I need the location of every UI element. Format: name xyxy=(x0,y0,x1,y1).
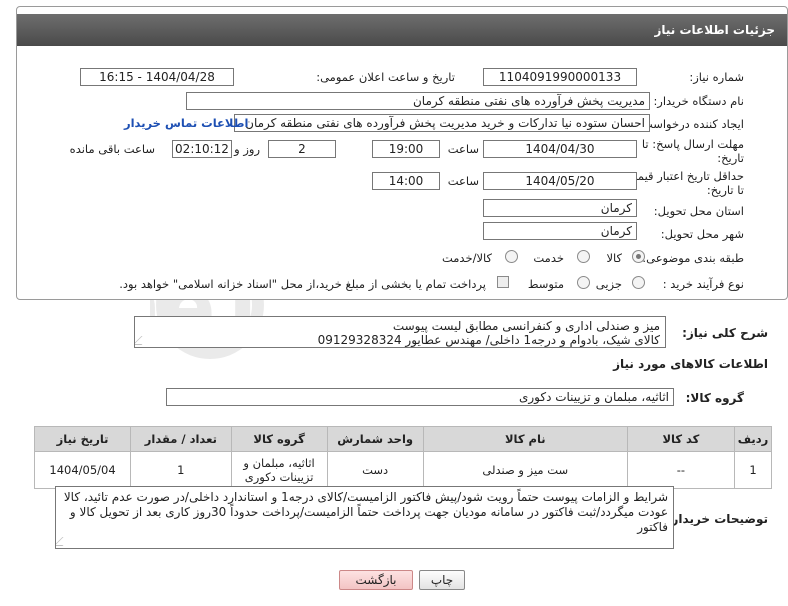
days-label: روز و xyxy=(234,142,260,156)
cell-unit: دست xyxy=(326,451,424,489)
col-qty: تعداد / مقدار xyxy=(130,426,232,452)
treasury-payment-text: پرداخت تمام یا بخشی از مبلغ خرید،از محل … xyxy=(119,277,486,291)
cell-code: -- xyxy=(626,451,735,489)
category-option-goods: کالا xyxy=(606,251,622,265)
province-label: استان محل تحویل: xyxy=(653,204,744,218)
category-radio-service[interactable] xyxy=(577,250,590,263)
deadline-date-field: 1404/04/30 xyxy=(483,140,637,158)
description-line-1: میز و صندلی اداری و کنفرانسی مطابق لیست … xyxy=(392,319,660,333)
buyer-org-label: نام دستگاه خریدار: xyxy=(653,94,744,108)
deadline-time-field: 19:00 xyxy=(372,140,440,158)
category-radio-both[interactable] xyxy=(505,250,518,263)
remaining-time-field: 02:10:12 xyxy=(172,140,232,158)
category-radio-goods[interactable] xyxy=(632,250,645,263)
need-number-label: شماره نیاز: xyxy=(689,70,744,84)
cell-row: 1 xyxy=(733,451,773,489)
buyer-org-field: مدیریت پخش فرآورده های نفتی منطقه کرمان xyxy=(186,92,650,110)
process-radio-minor[interactable] xyxy=(632,276,645,289)
print-button[interactable]: چاپ xyxy=(419,570,465,590)
cell-group: اثاثیه، مبلمان و تزیینات دکوری xyxy=(230,451,328,489)
description-label: شرح کلی نیاز: xyxy=(682,326,768,340)
validity-time-label: ساعت xyxy=(447,174,479,188)
announce-label: تاریخ و ساعت اعلان عمومی: xyxy=(316,70,455,84)
category-option-both: کالا/خدمت xyxy=(441,251,492,265)
city-label: شهر محل تحویل: xyxy=(660,227,744,241)
goods-group-field: اثاثیه، مبلمان و تزیینات دکوری xyxy=(166,388,674,406)
validity-label-date: تا تاریخ: xyxy=(706,183,744,197)
cell-qty: 1 xyxy=(130,451,232,489)
col-code: کد کالا xyxy=(626,426,735,452)
table-row: 1 -- ست میز و صندلی دست اثاثیه، مبلمان و… xyxy=(33,451,773,489)
panel-title: جزئیات اطلاعات نیاز xyxy=(17,14,787,46)
days-remaining-field: 2 xyxy=(268,140,336,158)
creator-field: احسان ستوده نیا تدارکات و خرید مدیریت پخ… xyxy=(234,114,650,132)
goods-table-header: ردیف کد کالا نام کالا واحد شمارش گروه کا… xyxy=(33,426,773,452)
deadline-label-date: تاریخ: xyxy=(717,151,744,165)
deadline-label: مهلت ارسال پاسخ: تا xyxy=(641,137,744,151)
treasury-checkbox[interactable] xyxy=(497,276,509,288)
province-field: کرمان xyxy=(483,199,637,217)
announce-field: 1404/04/28 - 16:15 xyxy=(80,68,234,86)
cell-date: 1404/05/04 xyxy=(33,451,132,489)
col-date: تاریخ نیاز xyxy=(33,426,132,452)
back-button[interactable]: بازگشت xyxy=(339,570,413,590)
col-group: گروه کالا xyxy=(230,426,328,452)
category-label: طبقه بندی موضوعی: xyxy=(642,251,744,265)
buyer-notes-textarea[interactable]: شرایط و الزامات پیوست حتماً رویت شود/پیش… xyxy=(55,486,674,549)
validity-time-field: 14:00 xyxy=(372,172,440,190)
need-number-field: 1104091990000133 xyxy=(483,68,637,86)
city-field: کرمان xyxy=(483,222,637,240)
process-option-minor: جزیی xyxy=(595,277,622,291)
description-line-2: کالای شیک، بادوام و درجه1 داخلی/ مهندس ع… xyxy=(317,333,660,347)
category-option-service: خدمت xyxy=(533,251,564,265)
process-radio-medium[interactable] xyxy=(577,276,590,289)
creator-label: ایجاد کننده درخواست: xyxy=(638,117,744,131)
col-row: ردیف xyxy=(733,426,773,452)
col-name: نام کالا xyxy=(422,426,628,452)
deadline-time-label: ساعت xyxy=(447,142,479,156)
remaining-label: ساعت باقی مانده xyxy=(69,142,155,156)
validity-date-field: 1404/05/20 xyxy=(483,172,637,190)
process-option-medium: متوسط xyxy=(527,277,564,291)
resize-handle[interactable] xyxy=(56,537,72,546)
description-textarea[interactable]: میز و صندلی اداری و کنفرانسی مطابق لیست … xyxy=(134,316,666,348)
cell-name: ست میز و صندلی xyxy=(422,451,628,489)
goods-table: ردیف کد کالا نام کالا واحد شمارش گروه کا… xyxy=(33,426,773,489)
col-unit: واحد شمارش xyxy=(326,426,424,452)
buyer-notes-text: شرایط و الزامات پیوست حتماً رویت شود/پیش… xyxy=(63,490,668,534)
goods-section-title: اطلاعات کالاهای مورد نیاز xyxy=(613,357,768,371)
buyer-notes-label: توضیحات خریدار: xyxy=(666,512,768,526)
validity-label: حداقل تاریخ اعتبار قیمت: xyxy=(622,169,744,183)
process-label: نوع فرآیند خرید : xyxy=(662,277,744,291)
goods-group-label: گروه کالا: xyxy=(685,391,744,405)
buyer-contact-link[interactable]: اطلاعات تماس خریدار xyxy=(124,116,248,130)
